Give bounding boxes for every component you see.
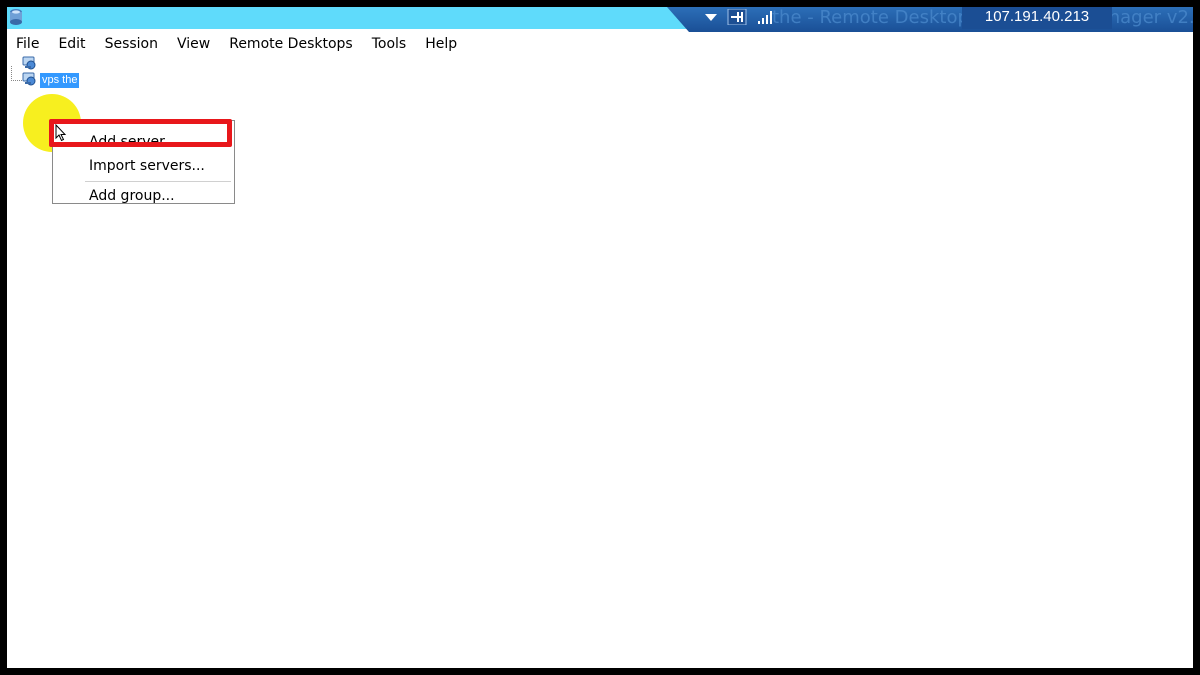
- pin-icon[interactable]: [727, 9, 747, 25]
- signal-strength-icon: [758, 11, 772, 24]
- dropdown-arrow-icon[interactable]: [704, 9, 718, 25]
- menu-bar: File Edit Session View Remote Desktops T…: [7, 34, 467, 54]
- menu-file[interactable]: File: [7, 34, 49, 54]
- tree-group-label[interactable]: vps the: [40, 73, 80, 88]
- menu-session[interactable]: Session: [96, 34, 168, 54]
- menu-edit[interactable]: Edit: [49, 34, 95, 54]
- app-window: the - Remote Desktop Connection Manager …: [7, 7, 1193, 668]
- annotation-highlight-box: [49, 119, 232, 147]
- menu-item-import-servers[interactable]: Import servers...: [89, 155, 205, 177]
- menu-separator: [85, 181, 231, 182]
- menu-view[interactable]: View: [168, 34, 220, 54]
- menu-item-add-group[interactable]: Add group...: [89, 185, 175, 207]
- server-group-icon[interactable]: [21, 72, 37, 86]
- rdcman-app-icon: [10, 9, 22, 25]
- server-group-icon: [22, 56, 36, 70]
- menu-tools[interactable]: Tools: [363, 34, 417, 54]
- menu-remote-desktops[interactable]: Remote Desktops: [220, 34, 363, 54]
- remote-ip-address: 107.191.40.213: [962, 7, 1112, 29]
- title-bar: the - Remote Desktop Connection Manager …: [7, 7, 1193, 32]
- mouse-pointer-icon: [55, 124, 67, 142]
- menu-help[interactable]: Help: [416, 34, 467, 54]
